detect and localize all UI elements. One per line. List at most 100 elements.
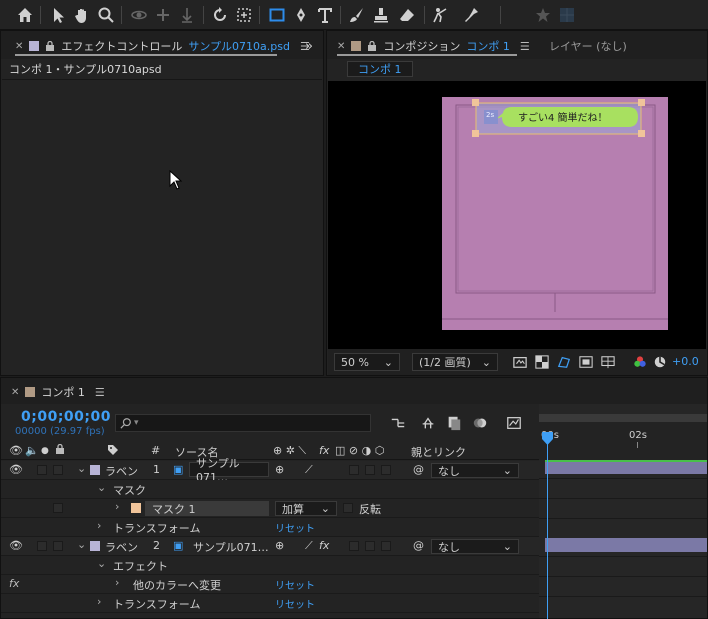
graph-editor-icon[interactable] [505,414,523,432]
panel-menu-icon[interactable]: ☰ [520,40,530,53]
playhead-handle-icon[interactable] [541,432,554,446]
composition-viewer[interactable]: すごい4 簡単だね！ 2s [328,81,706,349]
hand-icon[interactable] [71,4,93,26]
property-group-row[interactable]: ⌄ マスク [1,480,539,499]
selection-icon[interactable] [47,4,69,26]
zoom-icon[interactable] [95,4,117,26]
eye-icon[interactable]: 👁 [9,463,23,476]
fx-toggle[interactable]: fx [9,577,19,590]
comp-breadcrumb[interactable]: コンポ 1 [347,61,413,77]
shy-switch-icon[interactable]: ⊕ [275,539,284,552]
solo-icon[interactable]: ● [41,446,49,456]
chevron-down-icon[interactable]: ⌄ [97,557,106,570]
layer-duration-bar[interactable] [545,538,707,552]
reset-link[interactable]: リセット [275,596,315,611]
audio-icon[interactable]: 🔈 [25,444,39,457]
label-tag-icon[interactable] [107,444,119,459]
property-row[interactable]: › トランスフォーム リセット [1,518,539,537]
close-icon[interactable]: ✕ [15,41,23,52]
type-icon[interactable] [314,4,336,26]
puppet-icon[interactable] [460,4,482,26]
mask-mode-dropdown[interactable]: 加算 ⌄ [275,501,337,516]
chevron-right-icon[interactable]: › [97,595,101,608]
reset-exposure-icon[interactable] [652,354,668,370]
parent-dropdown[interactable]: なし ⌄ [431,463,519,478]
chevron-right-icon[interactable]: › [115,500,119,513]
home-icon[interactable] [14,4,36,26]
property-group-row[interactable]: ⌄ エフェクト [1,556,539,575]
frame-blending-icon[interactable] [445,414,463,432]
rotate-icon[interactable] [209,4,231,26]
quality-switch-icon[interactable]: ⟋ [305,463,313,477]
snapping-icon[interactable] [556,4,578,26]
shy-layers-icon[interactable] [419,414,437,432]
region-of-interest-icon[interactable] [578,354,594,370]
playhead-line[interactable] [547,444,548,619]
tab-timeline-comp[interactable]: ✕ コンポ 1 ☰ [11,384,105,400]
composition-canvas[interactable]: すごい4 簡単だね！ 2s [442,97,668,330]
lock-icon[interactable] [367,40,377,51]
label-swatch-icon[interactable] [90,465,100,475]
timeline-graph[interactable]: 00s 02s [539,404,707,619]
panel-menu-icon[interactable]: ☰ [95,386,105,399]
reset-link[interactable]: リセット [275,520,315,535]
roto-brush-icon[interactable] [430,4,452,26]
exposure-value[interactable]: +0.0 [672,355,699,368]
layer-row[interactable]: 👁 ⌄ ラベン 1 ▣ サンプル071… ⊕ ⟋ @ なし ⌄ [1,457,539,484]
layer-row[interactable]: 👁 ⌄ ラベン 2 ▣ サンプル071… ⊕ ⟋ fx @ なし ⌄ [1,537,539,556]
brush-icon[interactable] [346,4,368,26]
layer-duration-bar[interactable] [545,460,707,474]
close-icon[interactable]: ✕ [337,41,345,52]
chevron-right-icon[interactable]: › [97,519,101,532]
grid-guides-icon[interactable] [600,354,616,370]
current-time-display[interactable]: 0;00;00;00 [21,409,111,425]
clone-stamp-icon[interactable] [370,4,392,26]
eraser-icon[interactable] [396,4,418,26]
eye-icon[interactable]: 👁 [9,539,23,552]
rectangle-icon[interactable] [266,4,288,26]
shy-switch-icon[interactable]: ⊕ [275,463,284,476]
tab-composition[interactable]: ✕ コンポジション コンポ 1 ☰ [337,38,530,54]
tab-effect-controls[interactable]: ✕ エフェクトコントロール サンプル0710a.psd ☰ [15,38,310,54]
layer-name[interactable]: サンプル071… [193,539,269,555]
mask-visibility-icon[interactable] [556,354,572,370]
chevron-right-icon[interactable]: › [115,576,119,589]
parent-link-header[interactable]: 親とリンク [411,444,466,460]
lock-icon[interactable] [45,40,55,51]
chevron-down-icon[interactable]: ⌄ [97,481,106,494]
motion-blur-icon[interactable] [471,414,489,432]
chevron-down-icon[interactable]: ⌄ [77,538,86,551]
reset-link[interactable]: リセット [275,577,315,592]
mask-row[interactable]: › マスク 1 加算 ⌄ 反転 [1,499,539,518]
transparency-grid-icon[interactable] [534,354,550,370]
dolly-icon[interactable] [176,4,198,26]
parent-dropdown[interactable]: なし ⌄ [431,539,519,554]
layer-search-input[interactable]: ▾ [115,414,371,432]
close-icon[interactable]: ✕ [11,387,19,398]
resolution-dropdown[interactable]: (1/2 画質) ⌄ [412,353,498,371]
orbit-icon[interactable] [128,4,150,26]
effect-row[interactable]: fx › 他のカラーへ変更 リセット [1,575,539,594]
pickwhip-icon[interactable]: @ [413,539,424,552]
channel-rgb-icon[interactable] [632,354,648,370]
tab-layer[interactable]: レイヤー (なし) [549,38,627,54]
anchor-icon[interactable] [233,4,255,26]
work-area-bar[interactable] [539,414,707,422]
quality-switch-icon[interactable]: ⟋ [305,539,313,553]
chevron-down-icon[interactable]: ⌄ [77,462,86,475]
pen-icon[interactable] [290,4,312,26]
eye-icon[interactable]: 👁 [9,444,23,457]
label-swatch-icon[interactable] [90,541,100,551]
expand-panels-icon[interactable]: » [305,38,313,54]
pickwhip-icon[interactable]: @ [413,463,424,476]
star-icon[interactable] [532,4,554,26]
magnification-dropdown[interactable]: 50 % ⌄ [334,353,400,371]
mask-name-field[interactable]: マスク 1 [145,501,269,516]
layer-name-field[interactable]: サンプル071… [189,457,269,484]
lock-icon[interactable] [55,443,65,457]
property-row[interactable]: › トランスフォーム リセット [1,594,539,613]
fx-switch[interactable]: fx [319,539,329,552]
pan-behind-icon[interactable] [152,4,174,26]
mask-color-swatch-icon[interactable] [131,503,141,513]
snapshot-icon[interactable] [512,354,528,370]
